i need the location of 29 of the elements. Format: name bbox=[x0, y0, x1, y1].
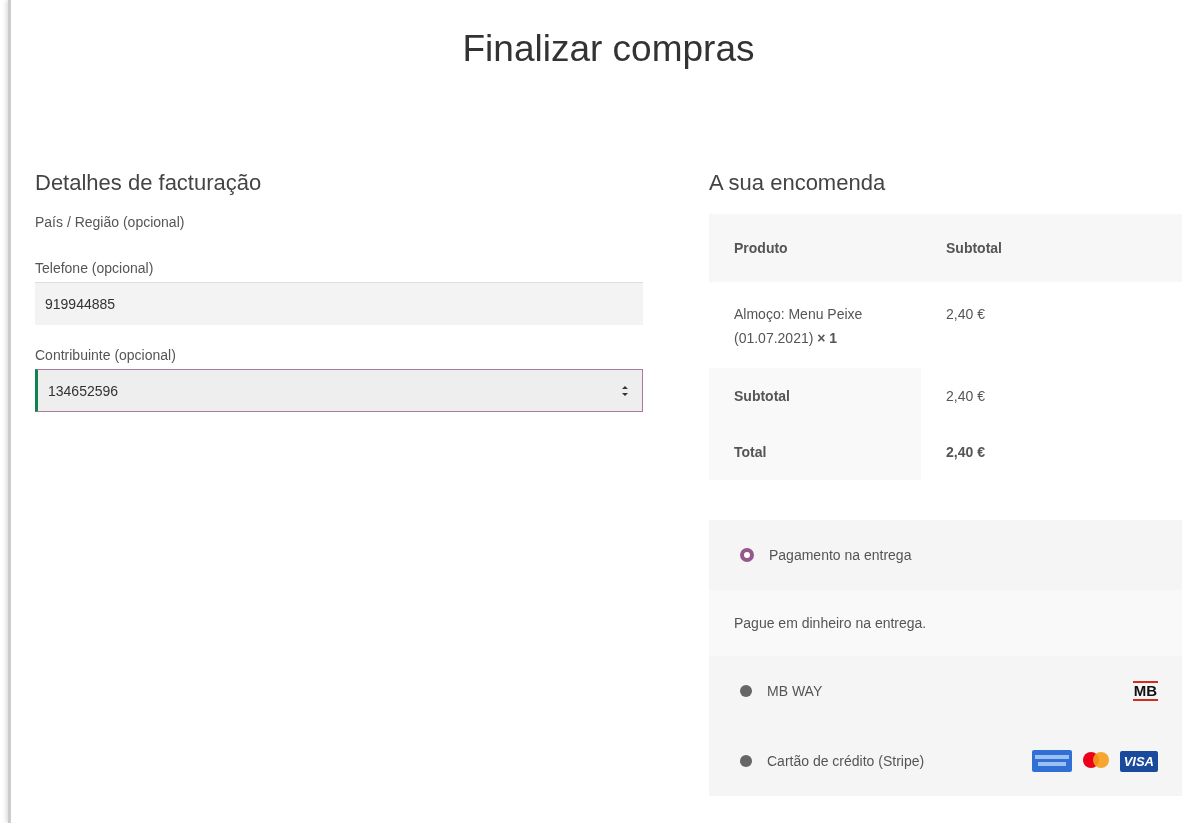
page-title: Finalizar compras bbox=[461, 27, 756, 70]
radio-button[interactable] bbox=[740, 685, 752, 697]
product-name: Almoço: Menu Peixe (01.07.2021) × 1 bbox=[733, 305, 864, 348]
option-label: Cartão de crédito (Stripe) bbox=[767, 753, 926, 769]
option-label: MB WAY bbox=[767, 683, 824, 699]
field-label: País / Região (opcional) bbox=[35, 214, 186, 230]
option-label: Pagamento na entrega bbox=[769, 547, 913, 563]
section-heading: A sua encomenda bbox=[709, 170, 887, 196]
row-header: Subtotal bbox=[709, 368, 921, 424]
payment-logo: MB bbox=[1132, 681, 1158, 701]
column-header: Produto bbox=[733, 240, 789, 256]
table-cell-text: 2,40 € bbox=[945, 443, 986, 462]
column-header: Subtotal bbox=[945, 240, 1003, 256]
payment-option[interactable]: Pagamento na entrega bbox=[709, 520, 1182, 590]
payment-logo: VISA bbox=[1119, 750, 1158, 772]
table-cell-text: 2,40 € bbox=[945, 305, 986, 324]
row-header: Total bbox=[709, 424, 921, 480]
radio-button[interactable] bbox=[740, 548, 754, 562]
payment-option[interactable]: MB WAY MB bbox=[709, 656, 1182, 726]
input-field[interactable]: 919944885 bbox=[35, 282, 643, 325]
field-label: Telefone (opcional) bbox=[35, 260, 155, 276]
card-logo-icon bbox=[1031, 750, 1072, 772]
table-cell-text: 2,40 € bbox=[945, 387, 986, 406]
radio-button[interactable] bbox=[740, 755, 752, 767]
field-label: Contribuinte (opcional) bbox=[35, 347, 177, 363]
section-heading: Detalhes de facturação bbox=[35, 170, 263, 196]
input-field[interactable]: 134652596 bbox=[35, 369, 643, 412]
payment-description: Pague em dinheiro na entrega. bbox=[709, 590, 1182, 656]
payment-option[interactable]: Cartão de crédito (Stripe) VISA bbox=[709, 726, 1182, 796]
